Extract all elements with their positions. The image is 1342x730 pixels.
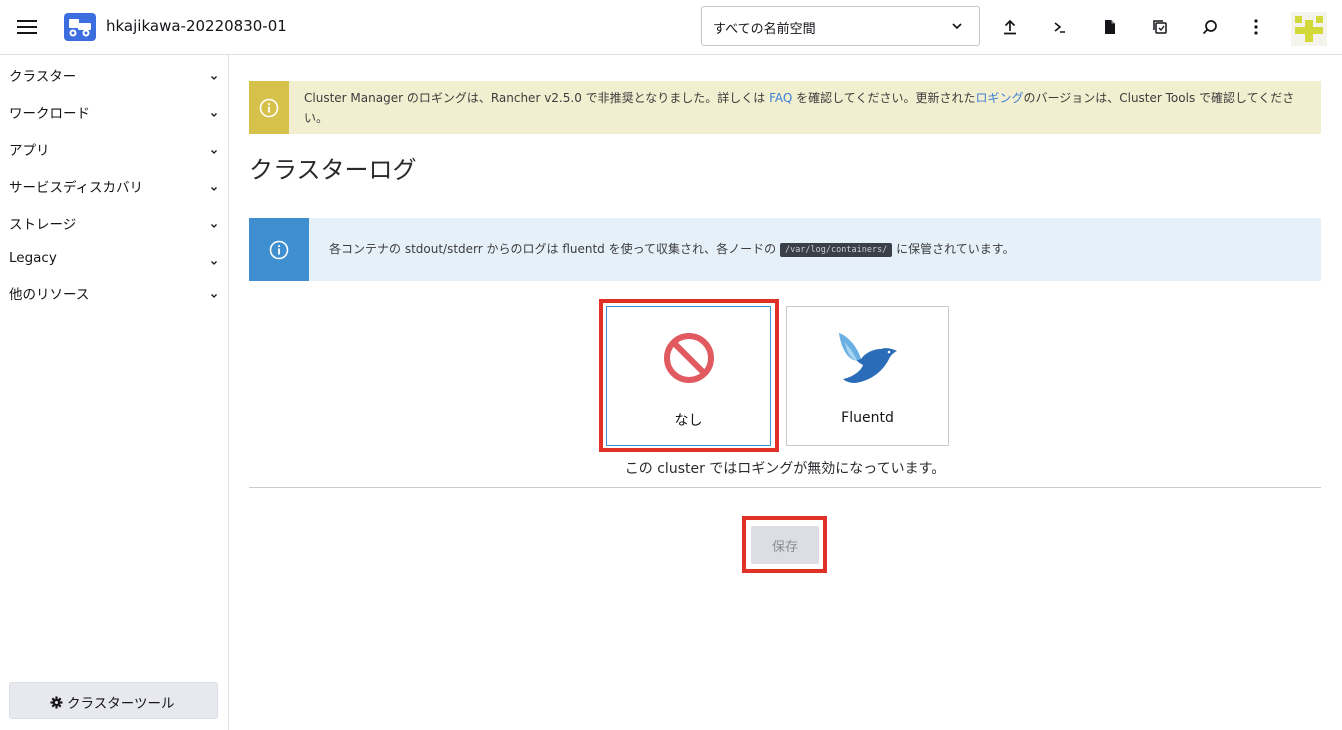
cluster-tools-button[interactable]: クラスターツール: [9, 682, 218, 719]
cluster-icon[interactable]: [64, 13, 96, 41]
sidebar-item-service-discovery[interactable]: サービスディスカバリ: [0, 169, 229, 199]
hamburger-menu-icon[interactable]: [17, 19, 37, 35]
info-text-part: 各コンテナの stdout/stderr からのログは fluentd を使って…: [329, 242, 780, 256]
save-button[interactable]: 保存: [751, 526, 819, 564]
info-text-part: に保管されています。: [892, 242, 1015, 256]
deprecation-warning-text: Cluster Manager のロギングは、Rancher v2.5.0 で非…: [304, 88, 1309, 128]
option-none-label: なし: [674, 413, 703, 429]
info-icon: [249, 81, 289, 134]
sidebar-item-cluster[interactable]: クラスター: [0, 58, 229, 88]
app-window: hkajikawa-20220830-01 すべての名前空間 クラスター ワーク…: [0, 0, 1342, 730]
sidebar-item-label: 他のリソース: [9, 287, 90, 303]
sidebar-item-label: サービスディスカバリ: [9, 180, 144, 196]
chevron-down-icon: [209, 142, 219, 161]
chevron-down-icon: [209, 286, 219, 305]
sidebar-item-label: ストレージ: [9, 217, 77, 233]
sidebar-item-workload[interactable]: ワークロード: [0, 95, 229, 125]
chevron-down-icon: [209, 68, 219, 87]
logging-option-fluentd[interactable]: Fluentd: [786, 306, 949, 446]
chevron-down-icon: [209, 253, 219, 272]
copy-config-icon[interactable]: [1146, 12, 1174, 42]
file-icon[interactable]: [1096, 12, 1124, 42]
sidebar-item-label: Legacy: [9, 250, 57, 266]
cluster-name: hkajikawa-20220830-01: [106, 17, 287, 35]
user-avatar[interactable]: [1291, 12, 1327, 46]
more-vertical-icon[interactable]: [1242, 12, 1270, 42]
warning-text-part: を確認してください。更新された: [792, 91, 976, 105]
search-icon[interactable]: [1196, 12, 1224, 42]
logging-status-text: この cluster ではロギングが無効になっています。: [624, 461, 946, 477]
top-header: hkajikawa-20220830-01 すべての名前空間: [0, 0, 1342, 55]
prohibited-icon: [607, 331, 770, 385]
info-icon: [249, 218, 309, 281]
namespace-select[interactable]: すべての名前空間: [701, 6, 980, 46]
sidebar-item-apps[interactable]: アプリ: [0, 132, 229, 162]
chevron-down-icon: [209, 179, 219, 198]
sidebar: クラスター ワークロード アプリ サービスディスカバリ ストレージ Legacy…: [0, 55, 229, 730]
log-path-code: /var/log/containers/: [779, 243, 893, 257]
faq-link[interactable]: FAQ: [769, 91, 792, 105]
page-title: クラスターログ: [249, 156, 417, 184]
info-banner: 各コンテナの stdout/stderr からのログは fluentd を使って…: [249, 218, 1321, 281]
gear-icon: [50, 694, 63, 713]
namespace-select-value: すべての名前空間: [713, 22, 816, 37]
chevron-down-icon: [209, 105, 219, 124]
info-banner-text: 各コンテナの stdout/stderr からのログは fluentd を使って…: [329, 240, 1015, 257]
chevron-down-icon: [950, 18, 964, 37]
sidebar-item-other-resources[interactable]: 他のリソース: [0, 276, 229, 306]
sidebar-item-storage[interactable]: ストレージ: [0, 206, 229, 236]
sidebar-item-label: ワークロード: [9, 106, 90, 122]
sidebar-item-label: アプリ: [9, 143, 50, 159]
upload-icon[interactable]: [996, 12, 1024, 42]
warning-text-part: Cluster Manager のロギングは、Rancher v2.5.0 で非…: [304, 91, 770, 105]
logging-link[interactable]: ロギング: [975, 91, 1023, 105]
option-fluentd-label: Fluentd: [841, 410, 894, 426]
terminal-icon[interactable]: [1046, 12, 1074, 42]
deprecation-warning-banner: Cluster Manager のロギングは、Rancher v2.5.0 で非…: [249, 81, 1321, 134]
divider: [249, 487, 1321, 488]
fluentd-bird-icon: [787, 331, 948, 385]
sidebar-item-label: クラスター: [9, 69, 77, 85]
cluster-tools-label: クラスターツール: [67, 696, 175, 712]
sidebar-item-legacy[interactable]: Legacy: [0, 243, 229, 273]
logging-option-none[interactable]: なし: [606, 306, 771, 446]
chevron-down-icon: [209, 216, 219, 235]
